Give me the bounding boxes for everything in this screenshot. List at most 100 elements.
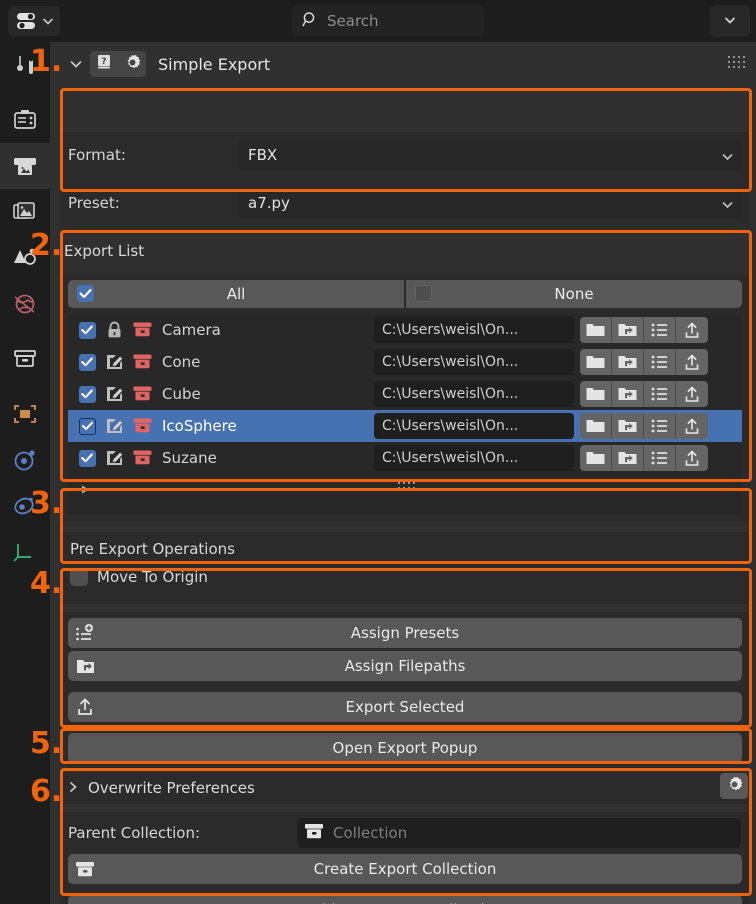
list-resize-grip-icon[interactable] <box>398 482 416 490</box>
folder-icon-button[interactable] <box>580 317 612 343</box>
table-row[interactable]: Camera C:\Users\weisl\On... <box>68 314 742 346</box>
row-object-name: Camera <box>162 321 221 339</box>
select-all-none-toggle: All None <box>68 280 742 308</box>
open-export-popup-button[interactable]: Open Export Popup <box>68 733 742 763</box>
chevron-right-icon[interactable] <box>66 779 80 798</box>
assign-filepaths-label: Assign Filepaths <box>344 657 466 675</box>
assign-filepaths-button[interactable]: Assign Filepaths <box>68 651 742 681</box>
export-up-icon-button[interactable] <box>676 413 708 439</box>
add-exporter-to-collection-button[interactable]: Add Exporter to Collection <box>68 895 742 904</box>
table-row[interactable]: IcoSphere C:\Users\weisl\On... <box>68 410 742 442</box>
assign-presets-button[interactable]: Assign Presets <box>68 618 742 648</box>
lock-icon[interactable] <box>100 321 128 339</box>
row-actions <box>580 445 708 471</box>
folder-icon-button[interactable] <box>580 349 612 375</box>
row-filepath-field[interactable]: C:\Users\weisl\On... <box>374 445 574 471</box>
chevron-down-icon[interactable] <box>68 56 84 72</box>
row-object-name: Cone <box>162 353 201 371</box>
edit-pencil-icon[interactable] <box>100 353 128 371</box>
panel-settings-button[interactable] <box>118 51 146 77</box>
sidebar-item-object[interactable] <box>0 391 50 437</box>
table-row[interactable]: Cube C:\Users\weisl\On... <box>68 378 742 410</box>
collection-section: Parent Collection: Collection Create Exp… <box>60 812 750 904</box>
all-checkbox[interactable] <box>77 285 94 302</box>
panel-help-button[interactable]: ? <box>90 51 118 77</box>
list-icon-button[interactable] <box>644 445 676 471</box>
list-icon-button[interactable] <box>644 349 676 375</box>
select-all-button[interactable]: All <box>68 280 404 308</box>
sidebar-item-world[interactable] <box>0 281 50 327</box>
header-overflow-button[interactable] <box>710 5 750 37</box>
table-row[interactable]: Cone C:\Users\weisl\On... <box>68 346 742 378</box>
row-filepath-field[interactable]: C:\Users\weisl\On... <box>374 413 574 439</box>
row-include-checkbox[interactable] <box>78 353 96 371</box>
export-selected-button[interactable]: Export Selected <box>68 692 742 722</box>
panel-header[interactable]: ? Simple Export <box>62 48 750 80</box>
export-up-icon-button[interactable] <box>676 445 708 471</box>
collection-box-icon <box>128 353 156 371</box>
row-include-checkbox[interactable] <box>78 321 96 339</box>
triangle-right-icon[interactable] <box>80 480 91 499</box>
panel-title: Simple Export <box>158 54 271 74</box>
folder-arrow-icon-button[interactable] <box>612 413 644 439</box>
search-field[interactable]: Search <box>292 5 484 37</box>
images-icon <box>13 202 35 219</box>
list-icon-button[interactable] <box>644 413 676 439</box>
row-include-checkbox[interactable] <box>78 385 96 403</box>
annotation-number-5: 5. <box>30 726 63 761</box>
folder-arrow-icon-button[interactable] <box>612 317 644 343</box>
row-filepath-field[interactable]: C:\Users\weisl\On... <box>374 381 574 407</box>
export-list-section: All None Camera C:\Users\weisl\On... Cone C… <box>60 274 750 522</box>
list-icon-button[interactable] <box>644 317 676 343</box>
row-object-name: Cube <box>162 385 201 403</box>
folder-icon-button[interactable] <box>580 413 612 439</box>
edit-pencil-icon[interactable] <box>100 417 128 435</box>
export-up-icon-button[interactable] <box>676 381 708 407</box>
folder-arrow-icon-button[interactable] <box>612 381 644 407</box>
assign-presets-label: Assign Presets <box>350 624 460 642</box>
select-all-label: All <box>226 285 246 303</box>
format-label: Format: <box>68 146 126 164</box>
axis-empty-icon <box>13 544 31 562</box>
row-include-checkbox[interactable] <box>78 417 96 435</box>
sidebar-item-collection[interactable] <box>0 336 50 382</box>
row-filepath-field[interactable]: C:\Users\weisl\On... <box>374 349 574 375</box>
object-square-icon <box>14 405 36 423</box>
editor-type-selector[interactable] <box>8 6 60 36</box>
edit-pencil-icon[interactable] <box>100 385 128 403</box>
open-export-popup-label: Open Export Popup <box>332 739 478 757</box>
folder-icon-button[interactable] <box>580 445 612 471</box>
export-object-list[interactable]: Camera C:\Users\weisl\On... Cone C:\Users\w… <box>68 314 742 514</box>
none-checkbox[interactable] <box>415 285 432 302</box>
sidebar-item-render[interactable] <box>0 97 50 143</box>
row-filepath-field[interactable]: C:\Users\weisl\On... <box>374 317 574 343</box>
export-up-icon-button[interactable] <box>676 317 708 343</box>
parent-collection-field[interactable]: Collection <box>297 818 741 848</box>
edit-pencil-icon[interactable] <box>100 449 128 467</box>
list-icon-button[interactable] <box>644 381 676 407</box>
preset-dropdown[interactable]: a7.py <box>238 188 742 218</box>
table-row[interactable]: Suzane C:\Users\weisl\On... <box>68 442 742 474</box>
row-object-name: Suzane <box>162 449 217 467</box>
move-to-origin-row[interactable]: Move To Origin <box>70 568 208 586</box>
overwrite-preferences-label: Overwrite Preferences <box>88 779 255 797</box>
folder-arrow-icon-button[interactable] <box>612 445 644 471</box>
grip-dots-icon[interactable] <box>728 56 746 69</box>
export-up-icon-button[interactable] <box>676 349 708 375</box>
format-dropdown[interactable]: FBX <box>238 140 742 170</box>
row-include-checkbox[interactable] <box>78 449 96 467</box>
create-export-collection-button[interactable]: Create Export Collection <box>68 854 742 884</box>
overwrite-settings-button[interactable] <box>720 773 748 799</box>
overwrite-preferences-section[interactable]: Overwrite Preferences <box>60 772 750 804</box>
collection-box-icon <box>14 350 36 367</box>
sidebar-item-modifiers[interactable] <box>0 437 50 483</box>
sidebar-item-output[interactable] <box>0 143 50 189</box>
select-none-button[interactable]: None <box>406 280 742 308</box>
physics-orbit-icon <box>14 450 35 471</box>
folder-icon-button[interactable] <box>580 381 612 407</box>
printer-icon <box>14 158 36 175</box>
annotation-number-3: 3. <box>30 486 63 521</box>
folder-arrow-icon-button[interactable] <box>612 349 644 375</box>
pre-export-title: Pre Export Operations <box>70 540 235 558</box>
move-to-origin-checkbox[interactable] <box>70 568 88 586</box>
